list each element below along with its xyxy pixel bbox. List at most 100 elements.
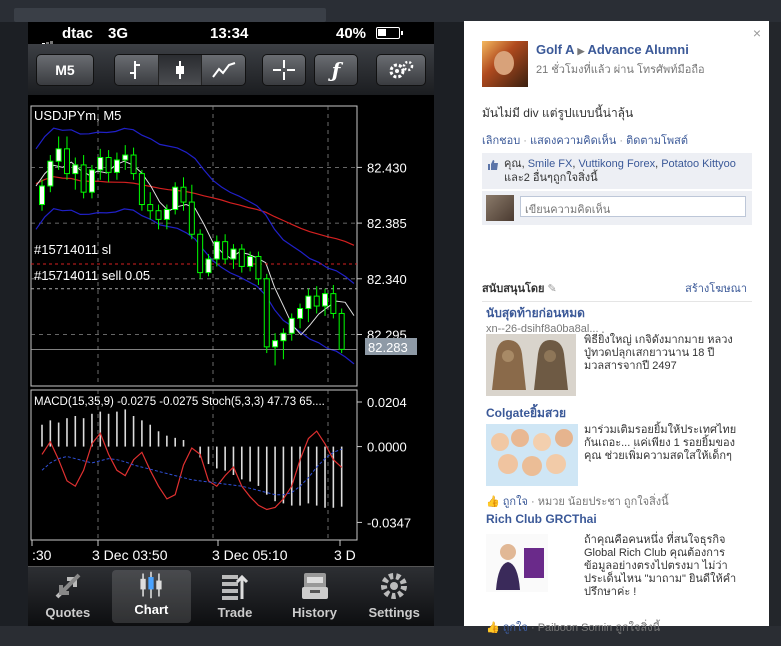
- tab-settings-label: Settings: [368, 605, 420, 620]
- tab-quotes-label: Quotes: [45, 605, 91, 620]
- candle-body: [88, 169, 95, 193]
- candle-body: [47, 160, 54, 187]
- candle-body: [305, 295, 312, 310]
- likes-suffix: และ2 อื่นๆถูกใจสิ่งนี้: [504, 172, 598, 184]
- network-type: 3G: [108, 25, 129, 42]
- tab-quotes[interactable]: Quotes: [28, 567, 108, 626]
- candle-body: [138, 173, 145, 206]
- trade-list-icon: [221, 574, 249, 600]
- comment-link[interactable]: แสดงความคิดเห็น: [530, 135, 616, 147]
- like-thumb-icon: 👍: [486, 496, 500, 508]
- group-name-link[interactable]: Advance Alumni: [587, 42, 688, 57]
- close-icon[interactable]: ×: [753, 25, 761, 41]
- candle-body: [97, 157, 104, 171]
- candle-body: [313, 295, 320, 307]
- candle-body: [172, 186, 179, 210]
- candle-body: [55, 148, 62, 162]
- post-meta: 21 ชั่วโมงที่แล้ว ผ่าน โทรศัพท์มือถือ: [536, 64, 705, 76]
- chart-type-switch: [114, 54, 246, 86]
- tab-trade[interactable]: Trade: [195, 567, 275, 626]
- candle-body: [72, 164, 79, 175]
- candlestick-icon[interactable]: [158, 55, 203, 85]
- colgate-ad-image[interactable]: [486, 424, 578, 486]
- candle-body: [330, 293, 337, 314]
- follow-post-link[interactable]: ติดตามโพสต์: [626, 135, 688, 147]
- indicator-y-label: 0.0000: [367, 440, 407, 455]
- liker-link[interactable]: Potatoo Kittyoo: [661, 158, 736, 170]
- tab-trade-label: Trade: [217, 605, 253, 620]
- ad-text: มาร่วมเติมรอยยิ้มให้ประเทศไทยกันเถอะ... …: [584, 424, 737, 462]
- tab-chart[interactable]: Chart: [111, 570, 192, 623]
- post-actions: เลิกชอบ · แสดงความคิดเห็น · ติดตามโพสต์: [482, 135, 689, 147]
- candle-body: [322, 293, 329, 307]
- candle-body: [297, 308, 304, 319]
- facebook-post-popup: × Golf A ▶ Advance Alumni 21 ชั่วโมงที่แล้…: [464, 21, 769, 634]
- background-scroll-area: [769, 22, 781, 626]
- bar-chart-icon[interactable]: [115, 55, 159, 85]
- ad-like-link[interactable]: ถูกใจ: [503, 496, 528, 508]
- candle-body: [180, 186, 187, 203]
- comment-input[interactable]: เขียนความคิดเห็น: [520, 196, 746, 217]
- crosshair-icon[interactable]: [262, 54, 306, 86]
- indicator-y-label: 0.0204: [367, 395, 407, 410]
- quotes-arrows-icon: [55, 573, 81, 599]
- candle-body: [338, 312, 345, 350]
- sponsored-ad[interactable]: นับสุดท้ายก่อนหมด xn--26-dsihf8a0ba8al..…: [486, 304, 750, 396]
- candle-body: [255, 256, 262, 280]
- current-price-label: 82.283: [368, 340, 408, 355]
- candle-body: [238, 248, 245, 267]
- band-lower-blue: [35, 208, 355, 365]
- author-avatar[interactable]: [482, 41, 528, 87]
- comment-box: เขียนความคิดเห็น: [482, 191, 752, 225]
- tab-settings[interactable]: Settings: [354, 567, 434, 626]
- ad-like-text: · หมวย น้อยประชา ถูกใจสิ่งนี้: [530, 496, 669, 508]
- tab-history[interactable]: History: [275, 567, 355, 626]
- price-chart-svg: 0.0204 0.0000 -0.0347 USDJPYm, M5 #1571401…: [30, 105, 417, 563]
- candle-body: [213, 241, 220, 260]
- candle-body: [80, 164, 87, 193]
- line-chart-icon[interactable]: [202, 55, 245, 85]
- unlike-link[interactable]: เลิกชอบ: [482, 135, 520, 147]
- candle-body: [122, 154, 129, 161]
- ad-title[interactable]: นับสุดท้ายก่อนหมด: [486, 304, 750, 323]
- liker-link[interactable]: Smile FX: [528, 158, 573, 170]
- arrow-right-icon: ▶: [577, 46, 585, 56]
- candle-body: [222, 241, 229, 260]
- tab-chart-label: Chart: [134, 602, 169, 617]
- ad-text: พิธียิ่งใหญ่ เกจิดังมากมาย หลวงปู่ทวดปลุ…: [584, 334, 733, 372]
- sponsored-ad[interactable]: Colgateยิ้มสวย มาร่วมเติมรอยยิ้มให้ประเท…: [486, 404, 750, 508]
- amulet-ad-image[interactable]: [486, 334, 576, 396]
- sponsored-ad[interactable]: Rich Club GRCThai ถ้าคุณคือคนหนึ่ง ที่สน…: [486, 512, 750, 634]
- tab-history-label: History: [292, 605, 337, 620]
- ad-text: ถ้าคุณคือคนหนึ่ง ที่สนใจธุรกิจ Global Ri…: [584, 534, 737, 598]
- ad-title[interactable]: Rich Club GRCThai: [486, 512, 750, 526]
- candle-body: [155, 210, 162, 220]
- candle-body: [280, 332, 287, 342]
- chart-area[interactable]: 0.0204 0.0000 -0.0347 USDJPYm, M5 #1571401…: [28, 96, 434, 566]
- create-ad-link[interactable]: สร้างโฆษณา: [685, 279, 747, 297]
- liker-link[interactable]: Vuttikong Forex: [578, 158, 655, 170]
- like-thumb-icon: 👍: [486, 622, 500, 634]
- ad-like-link[interactable]: ถูกใจ: [503, 622, 528, 634]
- history-archive-icon: [301, 573, 328, 599]
- candle-body: [130, 154, 137, 175]
- post-text: มันไม่มี div แต่รูปแบบนี้น่าลุ้น: [482, 106, 634, 120]
- ad-title[interactable]: Colgateยิ้มสวย: [486, 404, 750, 423]
- candle-body: [197, 233, 204, 274]
- ad-like-row: 👍 ถูกใจ · หมวย น้อยประชา ถูกใจสิ่งนี้: [486, 492, 669, 510]
- indicator-y-label: -0.0347: [367, 515, 411, 530]
- likes-prefix: คุณ,: [504, 158, 525, 170]
- viewer-avatar: [486, 195, 514, 221]
- background-page-footer: [0, 626, 781, 646]
- timeframe-button[interactable]: M5: [36, 54, 94, 86]
- candle-body: [147, 204, 154, 212]
- edit-pencil-icon: ✎: [547, 283, 557, 295]
- function-icon[interactable]: ƒ: [314, 54, 358, 86]
- settings-gears-icon[interactable]: [376, 54, 426, 86]
- rich-club-ad-image[interactable]: [486, 534, 548, 592]
- candle-body: [188, 201, 195, 235]
- indicator-title: MACD(15,35,9) -0.0275 -0.0275 Stoch(5,3,…: [34, 396, 325, 408]
- sell-annotation: #15714011 sell 0.05: [34, 268, 150, 283]
- author-name-link[interactable]: Golf A: [536, 42, 575, 57]
- candlestick-chart-icon: [140, 571, 162, 599]
